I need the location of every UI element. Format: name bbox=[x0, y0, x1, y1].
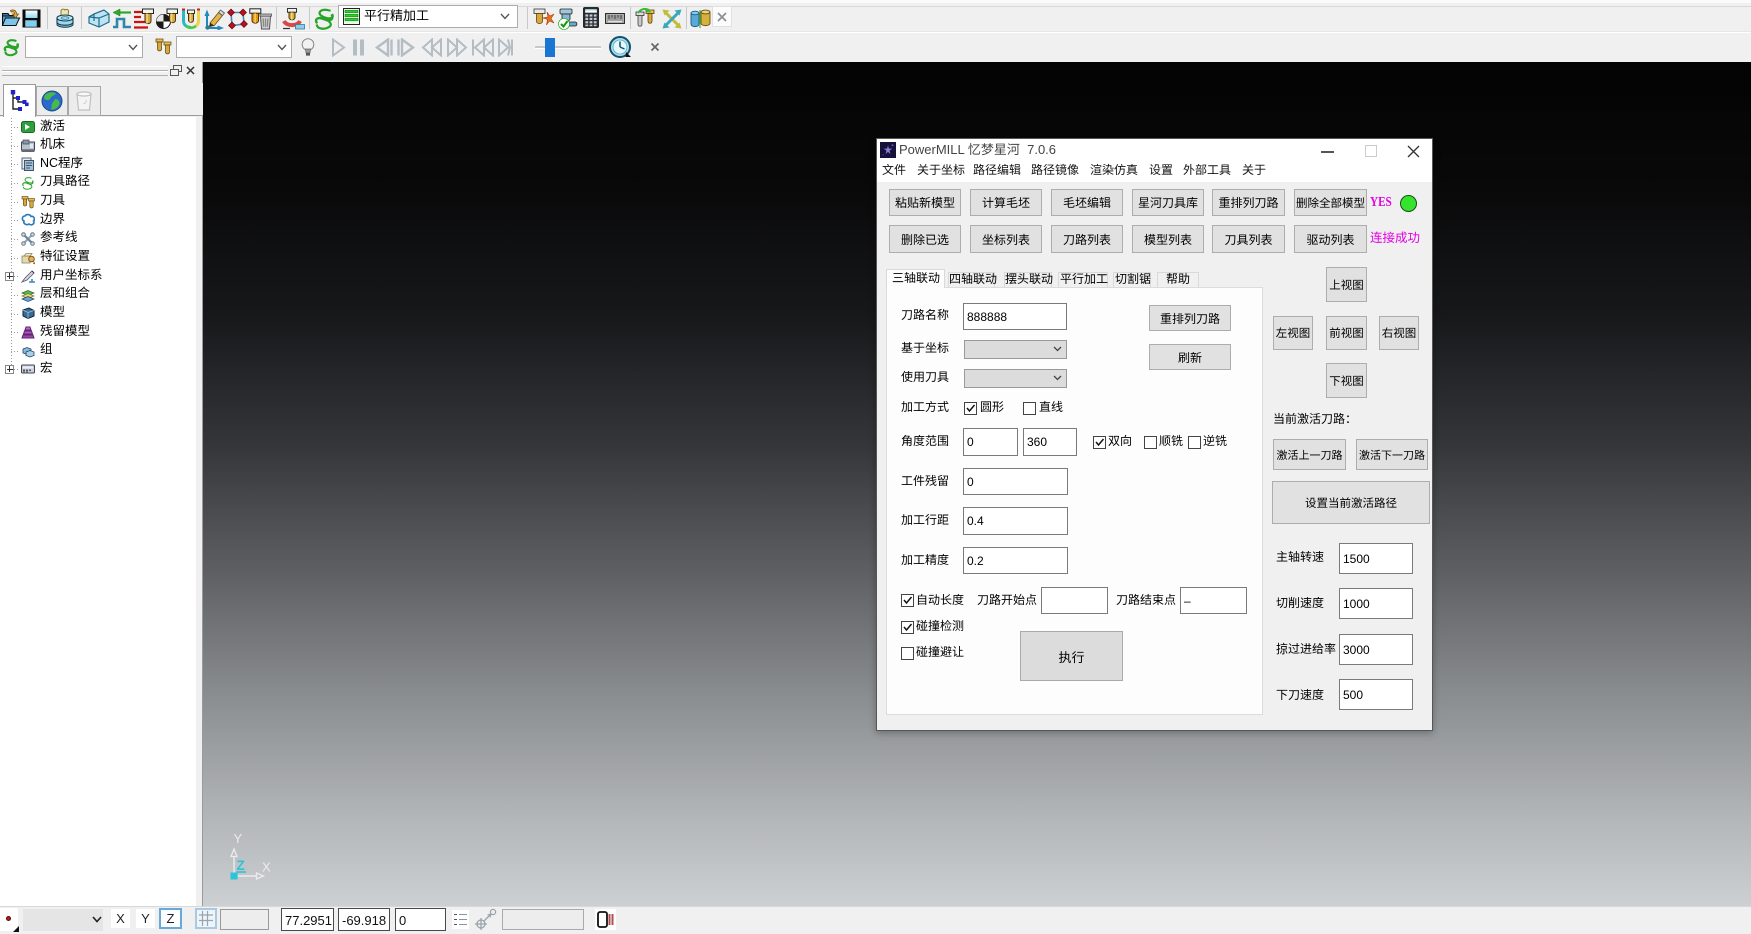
svg-text:Y: Y bbox=[234, 831, 243, 846]
svg-text:X: X bbox=[262, 860, 271, 875]
svg-text:Z: Z bbox=[237, 858, 245, 873]
